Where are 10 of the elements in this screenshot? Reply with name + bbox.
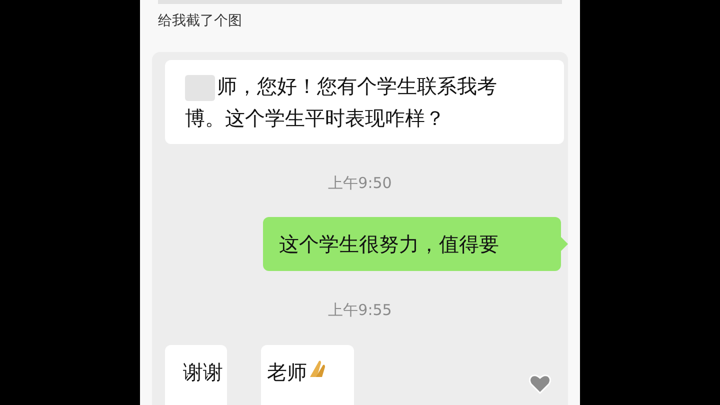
caption-text: 给我截了个图 [158, 13, 242, 29]
timestamp: 上午9:50 [328, 173, 392, 194]
received-message-bubble: 师，您好！您有个学生联系我考博。这个学生平时表现咋样？ [165, 60, 564, 144]
blurred-patch [185, 74, 215, 101]
sent-message-bubble: 这个学生很努力，值得要 [263, 216, 561, 270]
received-message-bubble: 谢谢 [165, 345, 227, 405]
received-message-bubble: 老师 [261, 345, 354, 405]
bubble-tail [561, 236, 568, 250]
timestamp: 上午9:55 [328, 300, 392, 320]
heart-icon[interactable] [529, 374, 551, 394]
